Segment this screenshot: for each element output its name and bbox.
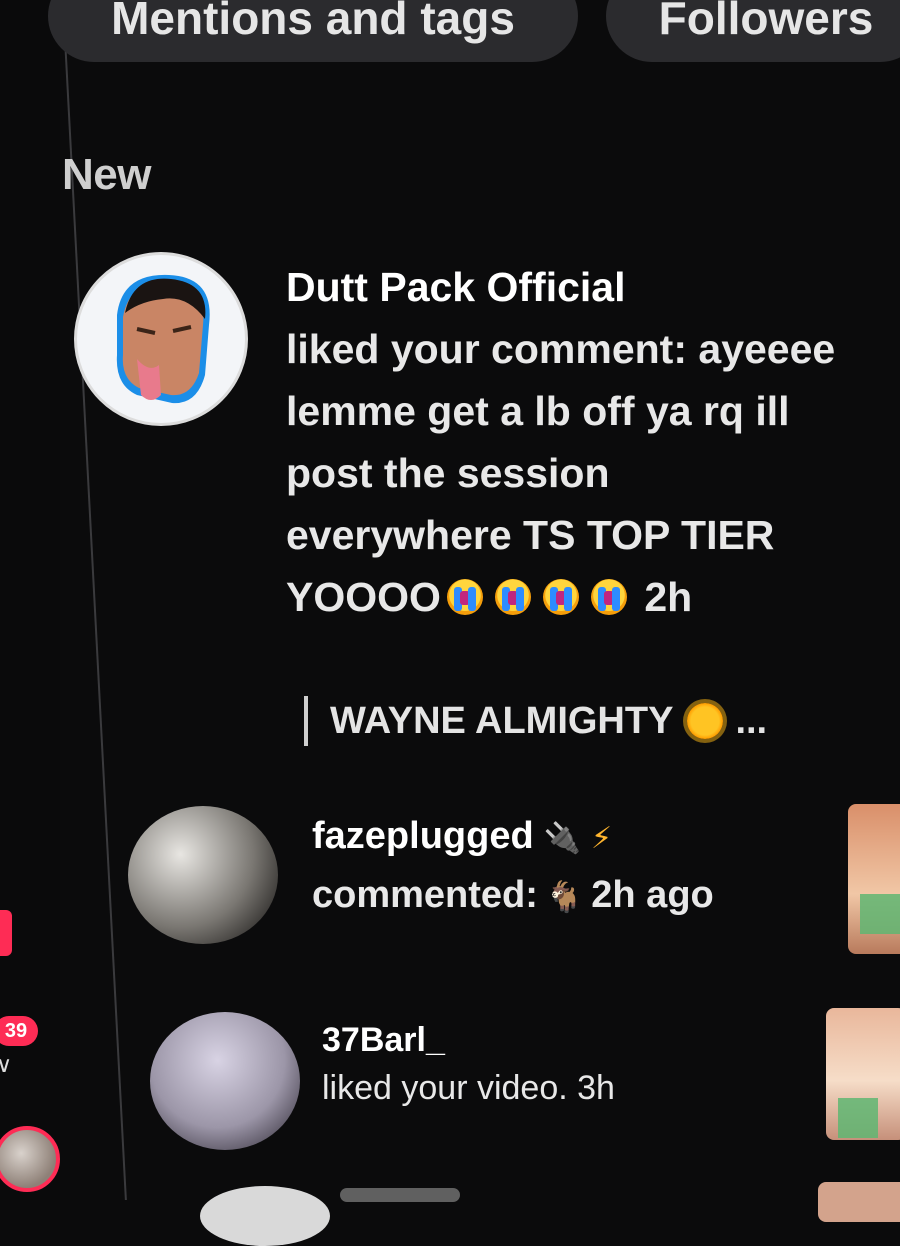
notification-username[interactable]: fazeplugged xyxy=(312,815,534,857)
loudly-crying-face-icon xyxy=(494,579,531,615)
ellipsis: ... xyxy=(735,700,768,742)
plug-icon: 🔌 xyxy=(543,822,582,855)
replied-comment-quote[interactable]: WAYNE ALMIGHTY... xyxy=(304,696,767,746)
notification-like-video[interactable]: 37Barl_ liked your video. 3h xyxy=(322,1016,615,1112)
quote-author: WAYNE ALMIGHTY xyxy=(330,700,674,742)
notification-time: 3h xyxy=(577,1069,615,1107)
notification-comment[interactable]: fazeplugged 🔌 ⚡ commented: 🐐 2h ago xyxy=(312,808,714,926)
loudly-crying-face-icon xyxy=(590,579,627,615)
filter-followers[interactable]: Followers xyxy=(606,0,900,62)
notification-time: 2h ago xyxy=(591,874,714,916)
video-thumbnail[interactable] xyxy=(818,1182,900,1222)
sun-icon xyxy=(687,703,724,739)
notification-like-comment[interactable]: Dutt Pack Official liked your comment: a… xyxy=(286,256,846,628)
notification-username[interactable]: 37Barl_ xyxy=(322,1016,615,1064)
notification-action: liked your comment: xyxy=(286,326,687,372)
nav-item-highlight[interactable] xyxy=(0,910,12,956)
avatar[interactable] xyxy=(128,806,278,944)
avatar[interactable] xyxy=(150,1012,300,1150)
notification-username[interactable]: Dutt Pack Official xyxy=(286,256,846,318)
notification-time: 2h xyxy=(644,574,693,620)
lightning-icon: ⚡ xyxy=(591,822,613,855)
filter-label: Followers xyxy=(658,0,874,44)
filter-label: Mentions and tags xyxy=(111,0,515,44)
loudly-crying-face-icon xyxy=(542,579,579,615)
video-thumbnail[interactable] xyxy=(826,1008,900,1140)
section-title: New xyxy=(62,150,151,199)
avatar[interactable] xyxy=(200,1186,330,1246)
avatar[interactable] xyxy=(74,252,248,426)
avatar-face-icon xyxy=(116,274,210,404)
chevron-down-icon[interactable]: ∨ xyxy=(0,1052,12,1078)
notification-count-badge: 39 xyxy=(0,1016,38,1046)
video-thumbnail[interactable] xyxy=(848,804,900,954)
goat-icon: 🐐 xyxy=(545,881,584,914)
notification-action: commented: xyxy=(312,874,538,916)
notification-action: liked your video. xyxy=(322,1069,568,1107)
loudly-crying-face-icon xyxy=(446,579,483,615)
filter-mentions-and-tags[interactable]: Mentions and tags xyxy=(48,0,578,62)
